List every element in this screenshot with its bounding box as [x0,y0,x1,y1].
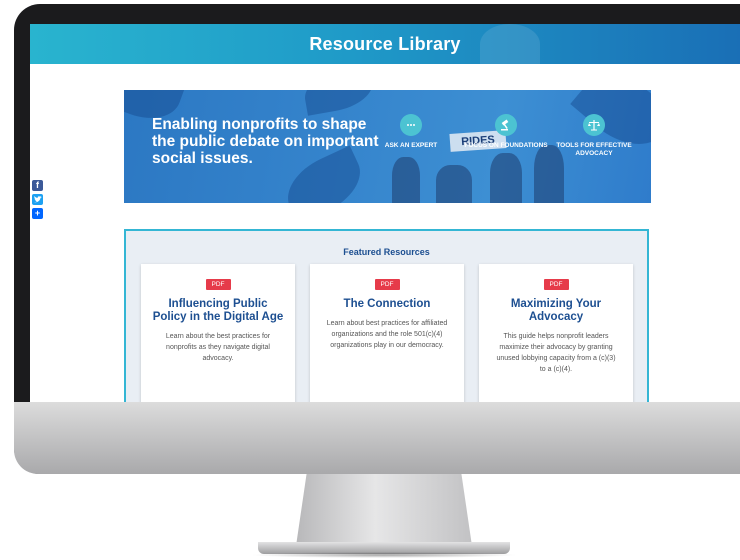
monitor-stand [296,474,472,546]
page-header: Resource Library [30,24,740,64]
gavel-icon [495,114,517,136]
resource-card[interactable]: PDF The Connection Learn about best prac… [310,264,464,402]
feature-ask-an-expert[interactable]: ASK AN EXPERT [369,114,453,150]
scale-icon [583,114,605,136]
chat-icon [400,114,422,136]
feature-label: FOCUS ON FOUNDATIONS [464,142,548,149]
feature-label: TOOLS FOR EFFECTIVE ADVOCACY [556,142,632,157]
card-description: Learn about the best practices for nonpr… [165,333,271,362]
card-title[interactable]: Maximizing Your Advocacy [489,298,623,324]
banner-tagline: Enabling nonprofits to shape the public … [152,116,379,167]
card-description: Learn about best practices for affiliate… [326,320,448,349]
illustration-person [392,157,420,203]
card-description: This guide helps nonprofit leaders maxim… [496,333,616,373]
facebook-icon[interactable]: f [32,180,43,191]
pdf-badge: PDF [543,279,569,290]
social-share-bar: f + [32,180,43,219]
section-title: Featured Resources [343,247,430,257]
twitter-icon[interactable] [32,194,43,205]
card-title[interactable]: The Connection [320,298,454,311]
page-title: Resource Library [309,33,461,54]
illustration-person [490,153,522,203]
featured-resources-section: Featured Resources PDF Influencing Publi… [124,229,649,402]
leaf-decoration [301,90,377,116]
card-title[interactable]: Influencing Public Policy in the Digital… [151,298,285,324]
resource-card[interactable]: PDF Influencing Public Policy in the Dig… [141,264,295,402]
share-plus-icon[interactable]: + [32,208,43,219]
pdf-badge: PDF [205,279,231,290]
illustration-person [436,165,472,203]
monitor-screen: Resource Library f + RIDES Enabling nonp… [30,24,740,402]
stand-shadow [250,552,518,558]
hero-banner: RIDES Enabling nonprofits to shape the p… [124,90,651,203]
resource-card[interactable]: PDF Maximizing Your Advocacy This guide … [479,264,633,402]
monitor-chin [14,402,740,474]
feature-label: ASK AN EXPERT [384,142,438,149]
feature-focus-on-foundations[interactable]: FOCUS ON FOUNDATIONS [464,114,548,150]
pdf-badge: PDF [374,279,400,290]
feature-tools-for-advocacy[interactable]: TOOLS FOR EFFECTIVE ADVOCACY [552,114,636,158]
header-decoration [480,24,540,64]
